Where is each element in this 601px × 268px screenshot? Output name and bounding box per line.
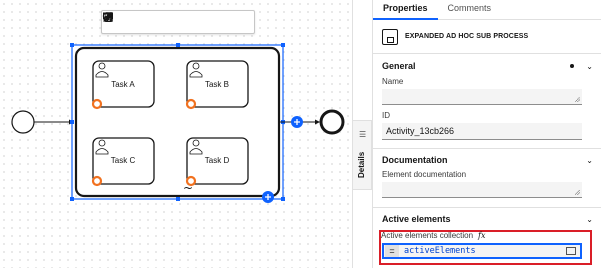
- documentation-field[interactable]: [382, 182, 582, 198]
- id-label: ID: [382, 111, 390, 120]
- adhoc-marker-icon: ~: [183, 181, 193, 195]
- chevron-down-icon[interactable]: ⌄: [586, 62, 593, 71]
- connect-arrow-icon[interactable]: [103, 12, 145, 30]
- subprocess-icon: [382, 28, 398, 45]
- name-field[interactable]: [382, 89, 582, 105]
- group-title: Active elements: [382, 214, 451, 224]
- active-elements-collection-label-row: Active elements collection fx: [381, 231, 486, 240]
- drag-handle-icon[interactable]: ☰: [359, 130, 366, 139]
- name-label: Name: [382, 77, 404, 86]
- tab-properties[interactable]: Properties: [373, 0, 438, 20]
- flow-arrowhead: [315, 119, 320, 125]
- documentation-label: Element documentation: [382, 170, 467, 179]
- properties-panel: Properties Comments EXPANDED AD HOC SUB …: [372, 0, 601, 268]
- context-toolbar: [101, 10, 255, 34]
- fx-icon[interactable]: fx: [478, 231, 485, 240]
- task-label: Task B: [204, 80, 229, 89]
- start-event[interactable]: [11, 110, 35, 134]
- append-plus-icon[interactable]: [291, 116, 303, 128]
- task-label: Task C: [110, 156, 136, 165]
- element-type-title: EXPANDED AD HOC SUB PROCESS: [405, 33, 529, 40]
- comment-icon[interactable]: [103, 12, 186, 30]
- group-active-elements-header[interactable]: Active elements ⌄: [373, 209, 601, 229]
- id-field[interactable]: Activity_13cb266: [382, 123, 582, 140]
- group-active-elements: Active elements ⌄: [373, 209, 601, 229]
- task-label: Task D: [204, 156, 230, 165]
- open-popup-editor-icon[interactable]: [566, 247, 576, 255]
- element-header: EXPANDED AD HOC SUB PROCESS: [373, 20, 601, 54]
- chevron-down-icon[interactable]: ⌄: [586, 215, 593, 224]
- end-event[interactable]: [319, 109, 345, 135]
- details-tab-label: Details: [357, 151, 366, 178]
- group-title: Documentation: [382, 155, 448, 165]
- group-documentation: Documentation ⌄ Element documentation: [373, 150, 601, 208]
- delete-icon[interactable]: [104, 12, 248, 30]
- group-general: General ⌄ Name ID Activity_13cb266: [373, 56, 601, 149]
- group-documentation-header[interactable]: Documentation ⌄: [373, 150, 601, 170]
- data-indicator-icon: [570, 64, 575, 68]
- task-label: Task A: [111, 80, 135, 89]
- group-general-header[interactable]: General ⌄: [373, 56, 601, 76]
- color-pen-icon[interactable]: [103, 12, 165, 30]
- group-title: General: [382, 61, 416, 71]
- feel-expression-value[interactable]: activeElements: [404, 246, 566, 256]
- add-plus-icon[interactable]: [262, 191, 274, 203]
- space-tool-icon[interactable]: [103, 12, 207, 30]
- bpmn-diagram: ~: [11, 43, 345, 203]
- details-tab[interactable]: ☰ Details: [352, 120, 372, 190]
- panel-tabs: Properties Comments: [373, 0, 601, 20]
- chevron-down-icon[interactable]: ⌄: [586, 156, 593, 165]
- diagram-canvas[interactable]: ~ Task A Task B Task C Task D: [0, 0, 352, 268]
- feel-equals-icon: =: [385, 245, 399, 257]
- active-elements-collection-label: Active elements collection: [381, 231, 474, 240]
- active-elements-collection-input[interactable]: = activeElements: [382, 243, 582, 259]
- tab-comments[interactable]: Comments: [438, 0, 502, 20]
- ai-sparkle-icon[interactable]: [103, 12, 227, 30]
